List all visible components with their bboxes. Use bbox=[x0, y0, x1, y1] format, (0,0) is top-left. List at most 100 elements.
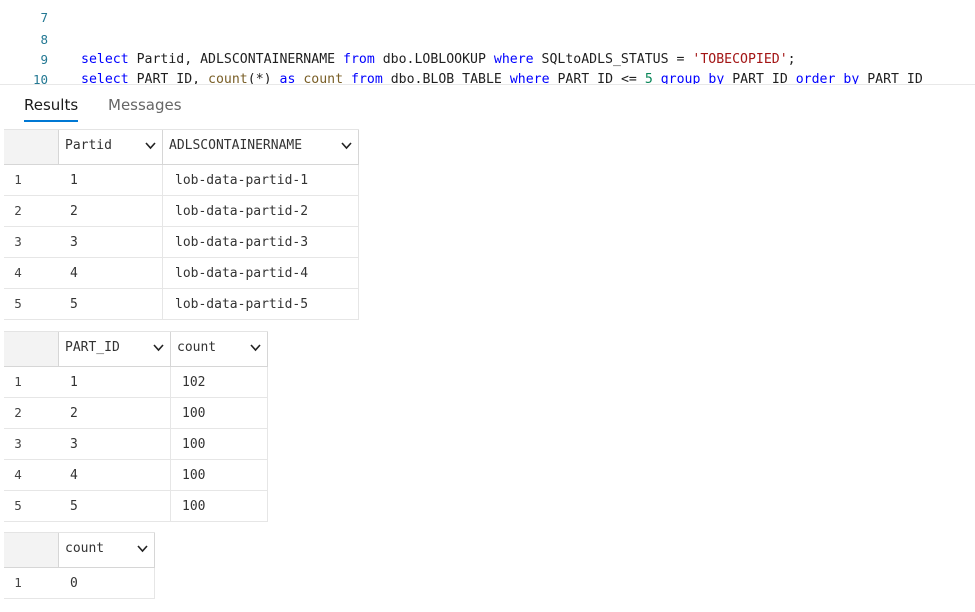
code-token: PART_ID bbox=[859, 72, 923, 85]
cell-partid[interactable]: 3 bbox=[70, 227, 163, 257]
table-row[interactable]: 4 4 lob-data-partid-4 bbox=[4, 258, 359, 289]
cell-count[interactable]: 100 bbox=[182, 398, 268, 428]
code-token: by bbox=[708, 72, 725, 85]
code-token: (*) bbox=[247, 72, 280, 85]
cell-part-id[interactable]: 3 bbox=[70, 429, 171, 459]
code-token: select bbox=[81, 72, 129, 85]
cell-count[interactable]: 100 bbox=[182, 460, 268, 490]
column-header-partid[interactable]: Partid bbox=[58, 130, 163, 164]
cell-partid[interactable]: 4 bbox=[70, 258, 163, 288]
tab-messages[interactable]: Messages bbox=[108, 96, 182, 114]
code-token: where bbox=[493, 52, 534, 67]
cell-partid[interactable]: 1 bbox=[70, 165, 163, 195]
code-token: PART_ID <= bbox=[549, 72, 645, 85]
row-number: 3 bbox=[14, 234, 22, 249]
column-header-label: count bbox=[177, 340, 217, 355]
table-row[interactable]: 1 1 lob-data-partid-1 bbox=[4, 165, 359, 196]
editor-line[interactable]: 8 select Partid, ADLSCONTAINERNAME from … bbox=[0, 10, 795, 67]
row-number: 5 bbox=[14, 498, 22, 513]
cell-count[interactable]: 100 bbox=[182, 491, 268, 521]
editor-line-7: 7 bbox=[0, 0, 48, 25]
column-header-label: count bbox=[65, 541, 105, 556]
code-text[interactable]: select PART_ID, count(*) as count from d… bbox=[81, 70, 923, 85]
table-row[interactable]: 2 2 100 bbox=[4, 398, 268, 429]
row-number: 4 bbox=[14, 265, 22, 280]
editor-line[interactable]: 10 select count (*) as count from dbo.BL… bbox=[0, 50, 48, 84]
cell-part-id[interactable]: 4 bbox=[70, 460, 171, 490]
row-number: 3 bbox=[14, 436, 22, 451]
cell-containername[interactable]: lob-data-partid-1 bbox=[175, 165, 359, 195]
cell-containername[interactable]: lob-data-partid-2 bbox=[175, 196, 359, 226]
table-row[interactable]: 2 2 lob-data-partid-2 bbox=[4, 196, 359, 227]
code-token: group bbox=[660, 72, 701, 85]
cell-containername[interactable]: lob-data-partid-4 bbox=[175, 258, 359, 288]
editor-line[interactable]: 11 bbox=[0, 70, 32, 84]
code-token: Partid, ADLSCONTAINERNAME bbox=[128, 52, 344, 67]
row-number: 2 bbox=[14, 405, 22, 420]
code-token: by bbox=[843, 72, 860, 85]
column-header-label: PART_ID bbox=[65, 340, 120, 355]
code-token: as bbox=[279, 72, 296, 85]
code-token: from bbox=[351, 72, 383, 85]
table-row[interactable]: 1 0 bbox=[4, 568, 155, 599]
grid-header: PART_ID count bbox=[4, 331, 268, 367]
row-number: 2 bbox=[14, 203, 22, 218]
column-header-label: ADLSCONTAINERNAME bbox=[169, 138, 303, 153]
column-header-adlscontainername[interactable]: ADLSCONTAINERNAME bbox=[162, 130, 359, 164]
tab-results[interactable]: Results bbox=[24, 96, 79, 122]
cell-count[interactable]: 0 bbox=[70, 568, 155, 598]
code-token: ; bbox=[787, 52, 796, 67]
column-header-label: Partid bbox=[65, 138, 112, 153]
table-row[interactable]: 4 4 100 bbox=[4, 460, 268, 491]
table-row[interactable]: 5 5 100 bbox=[4, 491, 268, 522]
table-row[interactable]: 5 5 lob-data-partid-5 bbox=[4, 289, 359, 320]
cell-containername[interactable]: lob-data-partid-5 bbox=[175, 289, 359, 319]
table-row[interactable]: 3 3 lob-data-partid-3 bbox=[4, 227, 359, 258]
result-grid-2: PART_ID count 1 1 102 2 2 100 3 3 100 4 … bbox=[4, 331, 268, 522]
code-token: count bbox=[303, 72, 344, 85]
code-token: PART_ID, bbox=[128, 72, 209, 85]
grid-header: Partid ADLSCONTAINERNAME bbox=[4, 129, 359, 165]
code-token: dbo.LOBLOOKUP bbox=[374, 52, 494, 67]
cell-part-id[interactable]: 5 bbox=[70, 491, 171, 521]
column-header-count[interactable]: count bbox=[170, 332, 268, 366]
chevron-down-icon[interactable] bbox=[145, 142, 156, 151]
results-tabs: Results Messages bbox=[0, 86, 400, 126]
cell-partid[interactable]: 5 bbox=[70, 289, 163, 319]
column-header-count[interactable]: count bbox=[58, 533, 155, 567]
chevron-down-icon[interactable] bbox=[153, 344, 164, 353]
result-grid-3: count 1 0 bbox=[4, 532, 155, 599]
code-token: count bbox=[208, 72, 248, 85]
chevron-down-icon[interactable] bbox=[137, 545, 148, 554]
table-row[interactable]: 1 1 102 bbox=[4, 367, 268, 398]
cell-part-id[interactable]: 2 bbox=[70, 398, 171, 428]
cell-partid[interactable]: 2 bbox=[70, 196, 163, 226]
code-token: PART_ID bbox=[724, 72, 796, 85]
sql-editor[interactable]: 7 8 select Partid, ADLSCONTAINERNAME fro… bbox=[0, 0, 975, 85]
code-token: where bbox=[509, 72, 550, 85]
cell-part-id[interactable]: 1 bbox=[70, 367, 171, 397]
row-number: 4 bbox=[14, 467, 22, 482]
chevron-down-icon[interactable] bbox=[341, 142, 352, 151]
code-token: dbo.BLOB_TABLE bbox=[382, 72, 510, 85]
code-text[interactable]: select Partid, ADLSCONTAINERNAME from db… bbox=[81, 50, 796, 70]
code-token: SQLtoADLS_STATUS = bbox=[533, 52, 693, 67]
table-row[interactable]: 3 3 100 bbox=[4, 429, 268, 460]
row-number: 1 bbox=[14, 374, 22, 389]
code-token: 5 bbox=[644, 72, 653, 85]
row-number: 1 bbox=[14, 575, 22, 590]
column-header-part-id[interactable]: PART_ID bbox=[58, 332, 171, 366]
code-token: order bbox=[795, 72, 836, 85]
cell-count[interactable]: 102 bbox=[182, 367, 268, 397]
code-token: 'TOBECOPIED' bbox=[692, 52, 788, 67]
code-token: from bbox=[343, 52, 375, 67]
editor-line[interactable]: 9 select PART_ID, count(*) as count from… bbox=[0, 30, 922, 84]
row-number: 1 bbox=[14, 172, 22, 187]
chevron-down-icon[interactable] bbox=[250, 344, 261, 353]
row-number: 5 bbox=[14, 296, 22, 311]
result-grid-1: Partid ADLSCONTAINERNAME 1 1 lob-data-pa… bbox=[4, 129, 359, 320]
cell-containername[interactable]: lob-data-partid-3 bbox=[175, 227, 359, 257]
cell-count[interactable]: 100 bbox=[182, 429, 268, 459]
